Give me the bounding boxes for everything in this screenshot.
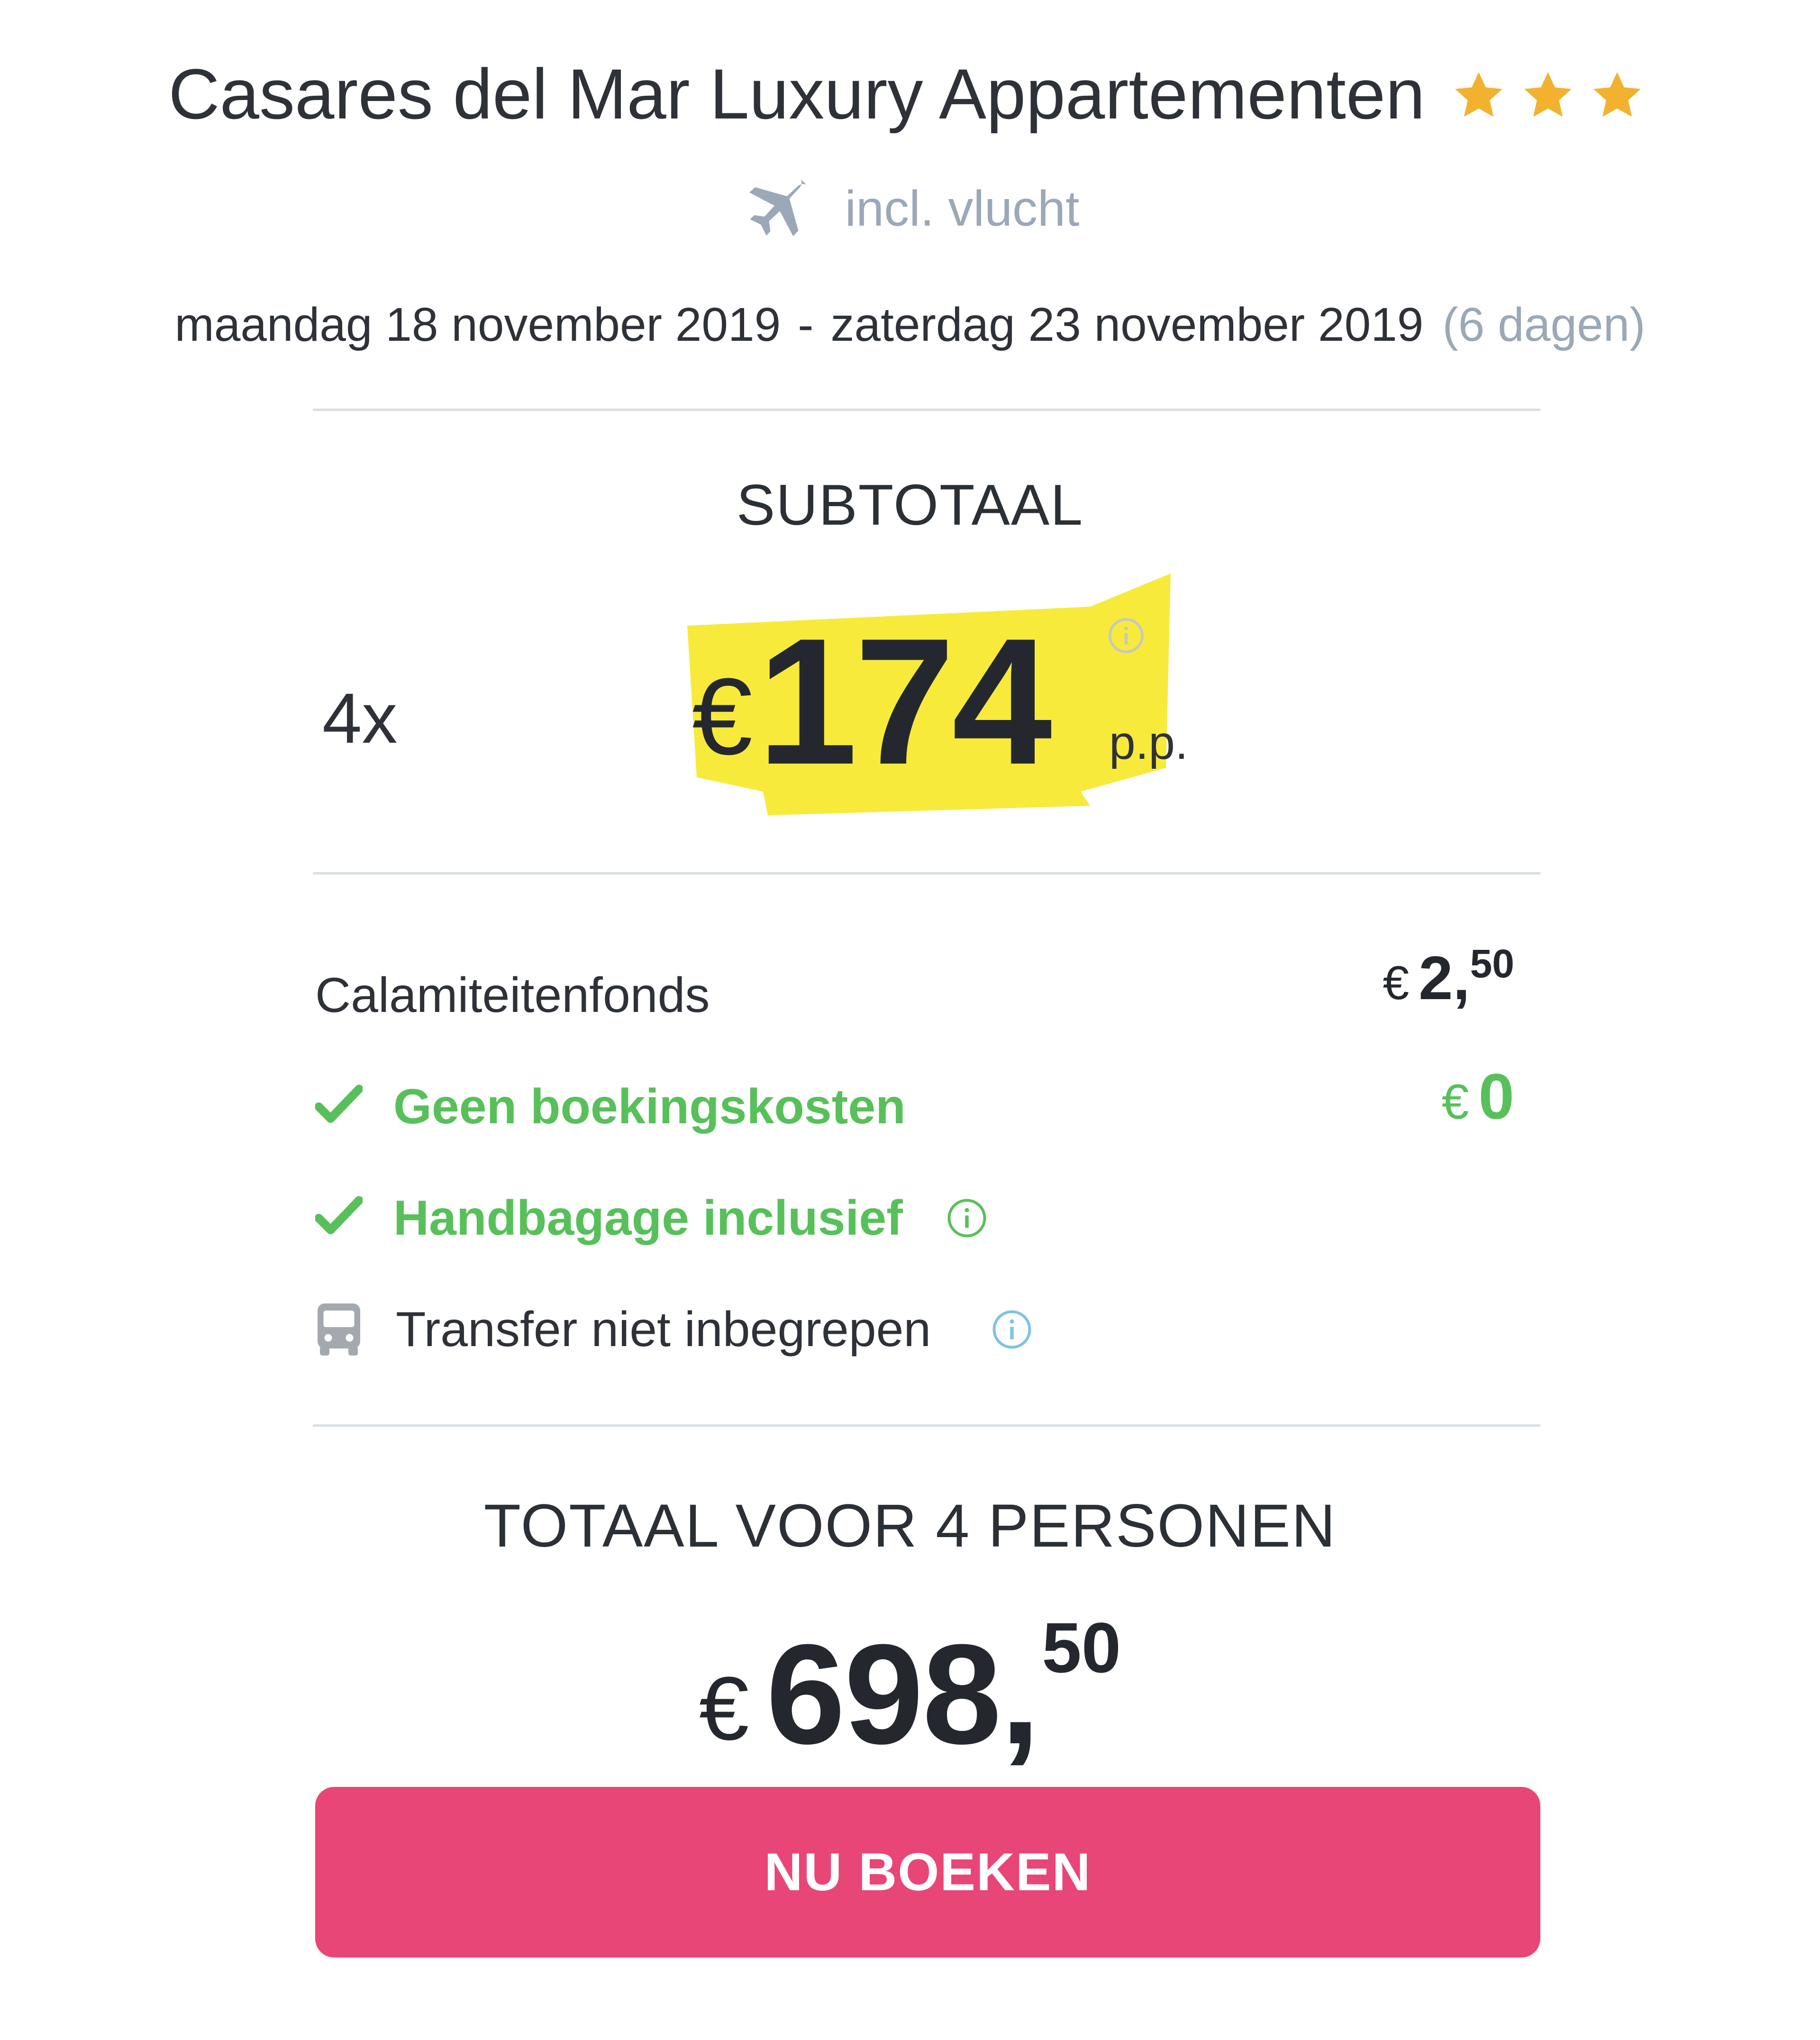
travel-dates: maandag 18 november 2019- zaterdag 23 nov…	[0, 291, 1820, 358]
star-icon	[1524, 72, 1572, 117]
info-icon[interactable]	[991, 1308, 1033, 1351]
book-now-button[interactable]: NU BOEKEN	[315, 1787, 1540, 1958]
star-icon	[1455, 72, 1502, 117]
hand-luggage-label: Handbagage inclusief	[393, 1191, 903, 1246]
trip-duration: (6 dagen)	[1442, 298, 1646, 351]
booking-costs-price: €0	[1442, 1059, 1514, 1133]
hotel-header: Casares del Mar Luxury Appartementen	[0, 45, 1820, 139]
end-date: zaterdag 23 november 2019	[830, 298, 1424, 351]
divider	[313, 1424, 1540, 1427]
total-cents: 50	[1042, 1608, 1121, 1687]
total-amount: 698,	[766, 1614, 1040, 1774]
total-price: €698,50	[0, 1607, 1820, 1776]
free-currency: €	[1441, 1075, 1469, 1129]
star-rating	[1444, 45, 1652, 135]
star-icon	[1593, 72, 1641, 117]
free-amount: 0	[1478, 1060, 1514, 1132]
subtotal-heading: SUBTOTAAL	[736, 473, 1084, 537]
divider	[313, 409, 1540, 411]
fee-cents: 50	[1470, 941, 1514, 986]
subtotal-currency: €	[692, 656, 753, 777]
hotel-name: Casares del Mar Luxury Appartementen	[168, 54, 1425, 134]
plane-icon	[749, 178, 807, 237]
booking-costs-label: Geen boekingskosten	[393, 1079, 906, 1134]
total-currency: €	[699, 1658, 749, 1759]
flight-included: incl. vlucht	[0, 175, 1820, 242]
calamity-fund-label: Calamiteitenfonds	[315, 968, 710, 1023]
subtotal-amount: 174	[757, 601, 1052, 802]
fee-amount: 2,	[1419, 943, 1470, 1012]
total-heading: TOTAAL VOOR 4 PERSONEN	[483, 1492, 1337, 1560]
fee-currency: €	[1383, 956, 1410, 1010]
per-person-label: p.p.	[1109, 716, 1188, 769]
subtotal-price: €174	[692, 611, 1052, 792]
info-icon[interactable]	[946, 1197, 988, 1239]
divider	[313, 872, 1540, 874]
start-date: maandag 18 november 2019	[174, 298, 781, 351]
price-info-icon[interactable]	[1107, 616, 1146, 655]
date-separator: -	[798, 298, 814, 351]
bus-icon	[318, 1303, 360, 1356]
passenger-quantity: 4x	[322, 678, 398, 758]
flight-label: incl. vlucht	[845, 181, 1080, 237]
check-icon	[315, 1084, 363, 1123]
check-icon	[315, 1196, 363, 1234]
transfer-label: Transfer niet inbegrepen	[396, 1302, 931, 1357]
calamity-fund-price: €2,50	[1383, 941, 1514, 1013]
